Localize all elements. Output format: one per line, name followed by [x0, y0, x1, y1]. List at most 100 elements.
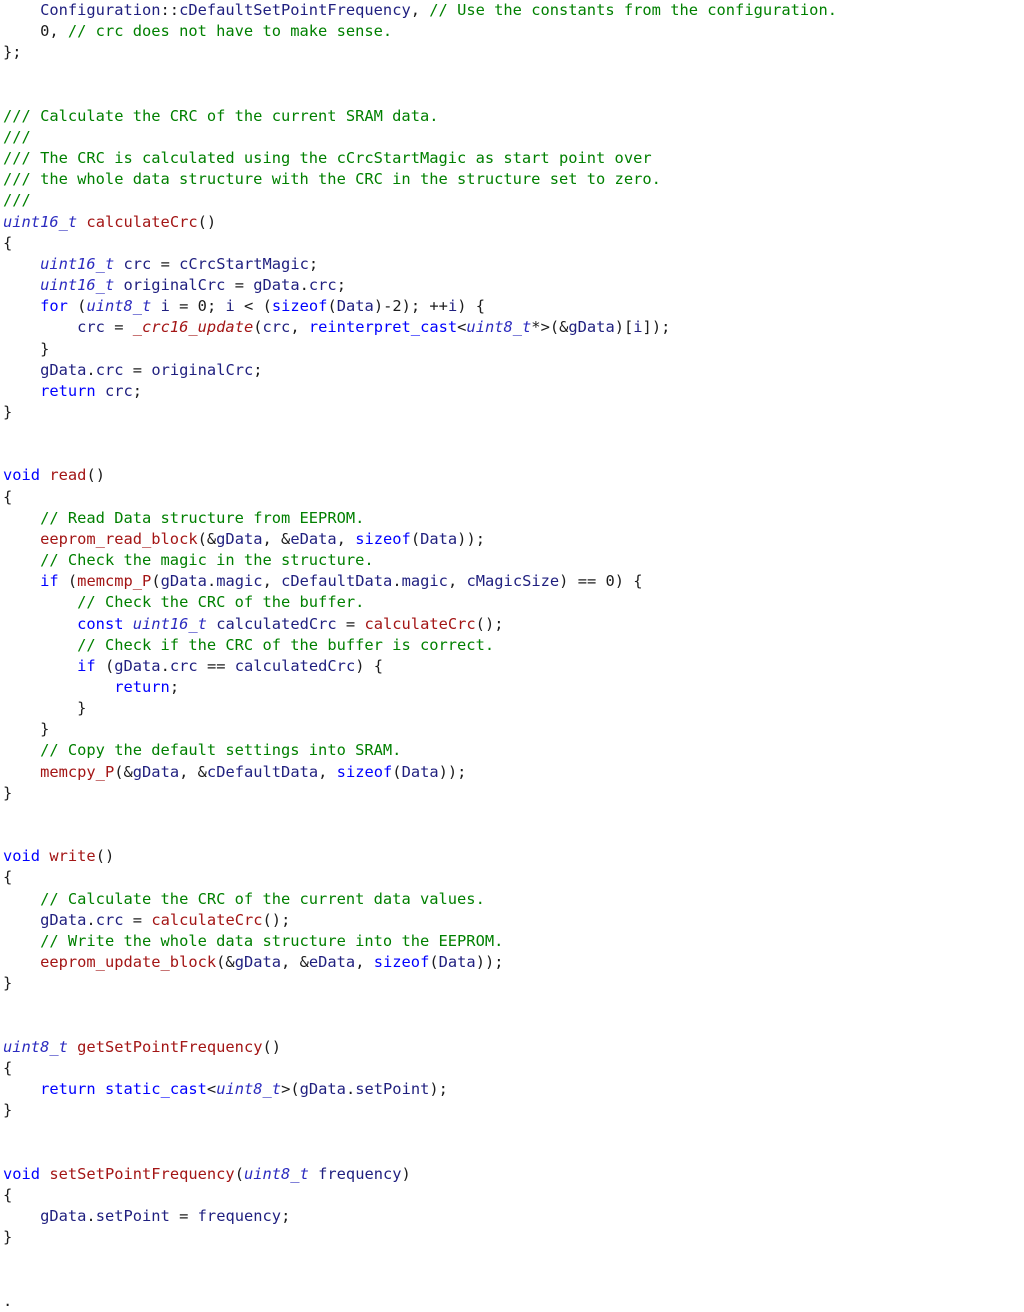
- code-token-plain: .: [3, 1291, 13, 1310]
- code-token-ident: Configuration: [3, 1, 161, 19]
- code-line: }: [3, 402, 1021, 423]
- code-token-plain: ,: [447, 572, 467, 591]
- code-token-plain: }: [3, 783, 13, 802]
- code-token-ident: gData: [160, 572, 207, 591]
- code-token-plain: {: [3, 233, 13, 252]
- code-token-ident: crc: [123, 254, 152, 273]
- code-token-comment: // Calculate the CRC of the current data…: [40, 889, 485, 908]
- code-token-plain: (: [327, 297, 337, 316]
- code-token-ident: crc: [77, 318, 105, 337]
- code-token-comment: ///: [3, 191, 31, 210]
- code-token-plain: )[: [614, 318, 634, 337]
- code-line: void read(): [3, 465, 1021, 486]
- code-line: {: [3, 1185, 1021, 1206]
- code-line: // Write the whole data structure into t…: [3, 931, 1021, 952]
- code-line: crc = _crc16_update(crc, reinterpret_cas…: [3, 317, 1021, 338]
- code-token-comment: /// Calculate the CRC of the current SRA…: [3, 106, 439, 125]
- code-token-ident: gData: [253, 276, 300, 295]
- code-token-type: uint8_t: [86, 297, 152, 316]
- code-token-ident: gData: [40, 910, 87, 929]
- code-token-plain: , &: [179, 762, 207, 781]
- code-line: void write(): [3, 846, 1021, 867]
- code-token-type: uint16_t: [132, 614, 207, 633]
- code-line: return crc;: [3, 381, 1021, 402]
- code-token-plain: (: [151, 572, 161, 591]
- code-token-comment: // Check the CRC of the buffer.: [77, 593, 365, 612]
- code-token-plain: (: [253, 318, 263, 337]
- code-token-plain: ));: [475, 953, 504, 972]
- code-token-ident: crc: [169, 656, 198, 675]
- code-token-comment: /// the whole data structure with the CR…: [3, 170, 661, 189]
- code-editor[interactable]: Configuration::cDefaultSetPointFrequency…: [3, 0, 1021, 1312]
- code-token-comment: ///: [3, 127, 31, 146]
- code-token-ident: setPoint: [355, 1079, 430, 1098]
- code-token-ident: gData: [568, 318, 615, 337]
- code-token-ident: magic: [401, 572, 448, 591]
- code-token-comment: // Use the constants from the configurat…: [429, 1, 837, 19]
- code-token-ident: frequency: [197, 1206, 282, 1225]
- code-token-plain: =: [123, 910, 152, 929]
- code-token-func: eeprom_read_block: [40, 529, 198, 548]
- code-line: }: [3, 1100, 1021, 1121]
- code-line: uint16_t crc = cCrcStartMagic;: [3, 254, 1021, 275]
- code-token-keyword: sizeof: [271, 297, 328, 316]
- code-token-comment: // Write the whole data structure into t…: [40, 931, 504, 950]
- code-token-plain: =: [225, 276, 254, 295]
- code-token-type: uint8_t: [216, 1079, 282, 1098]
- code-token-plain: ;: [169, 678, 180, 696]
- code-token-plain: ,: [336, 529, 356, 548]
- code-token-plain: .: [86, 910, 96, 929]
- code-token-plain: }: [3, 402, 13, 421]
- code-token-plain: ;: [281, 1206, 291, 1225]
- code-token-plain: (: [67, 297, 87, 316]
- code-token-plain: ,: [262, 572, 282, 591]
- code-line: uint16_t originalCrc = gData.crc;: [3, 275, 1021, 296]
- code-token-plain: (&: [197, 529, 217, 548]
- code-line: gData.crc = originalCrc;: [3, 360, 1021, 381]
- code-token-plain: {: [3, 487, 13, 506]
- code-token-plain: ;: [308, 254, 319, 273]
- code-token-keyword: if: [77, 656, 96, 675]
- code-token-plain: ();: [262, 910, 291, 929]
- code-token-type: uint16_t: [40, 254, 115, 273]
- code-token-ident: crc: [95, 360, 124, 379]
- code-token-comment: // Check the magic in the structure.: [40, 551, 374, 570]
- code-line: {: [3, 1058, 1021, 1079]
- code-token-plain: .: [206, 572, 217, 591]
- code-token-plain: =: [169, 1206, 198, 1225]
- code-token-ident: calculatedCrc: [234, 656, 356, 675]
- code-token-func: getSetPointFrequency: [77, 1037, 263, 1056]
- code-token-plain: (): [197, 212, 217, 231]
- code-token-plain: 0,: [3, 22, 68, 41]
- code-line: void setSetPointFrequency(uint8_t freque…: [3, 1164, 1021, 1185]
- code-line: eeprom_read_block(&gData, &eData, sizeof…: [3, 529, 1021, 550]
- code-line: // Check if the CRC of the buffer is cor…: [3, 635, 1021, 656]
- code-token-ident: Data: [401, 762, 439, 781]
- code-line: // Calculate the CRC of the current data…: [3, 889, 1021, 910]
- code-token-plain: .: [345, 1079, 356, 1098]
- code-token-plain: ==: [197, 656, 235, 675]
- code-token-plain: (): [86, 466, 105, 485]
- code-token-plain: *>(&: [531, 318, 569, 337]
- code-token-ident: cDefaultData: [206, 762, 319, 781]
- code-token-ident: crc: [95, 910, 124, 929]
- code-token-type: uint16_t: [40, 276, 115, 295]
- code-token-ident: calculatedCrc: [216, 614, 337, 633]
